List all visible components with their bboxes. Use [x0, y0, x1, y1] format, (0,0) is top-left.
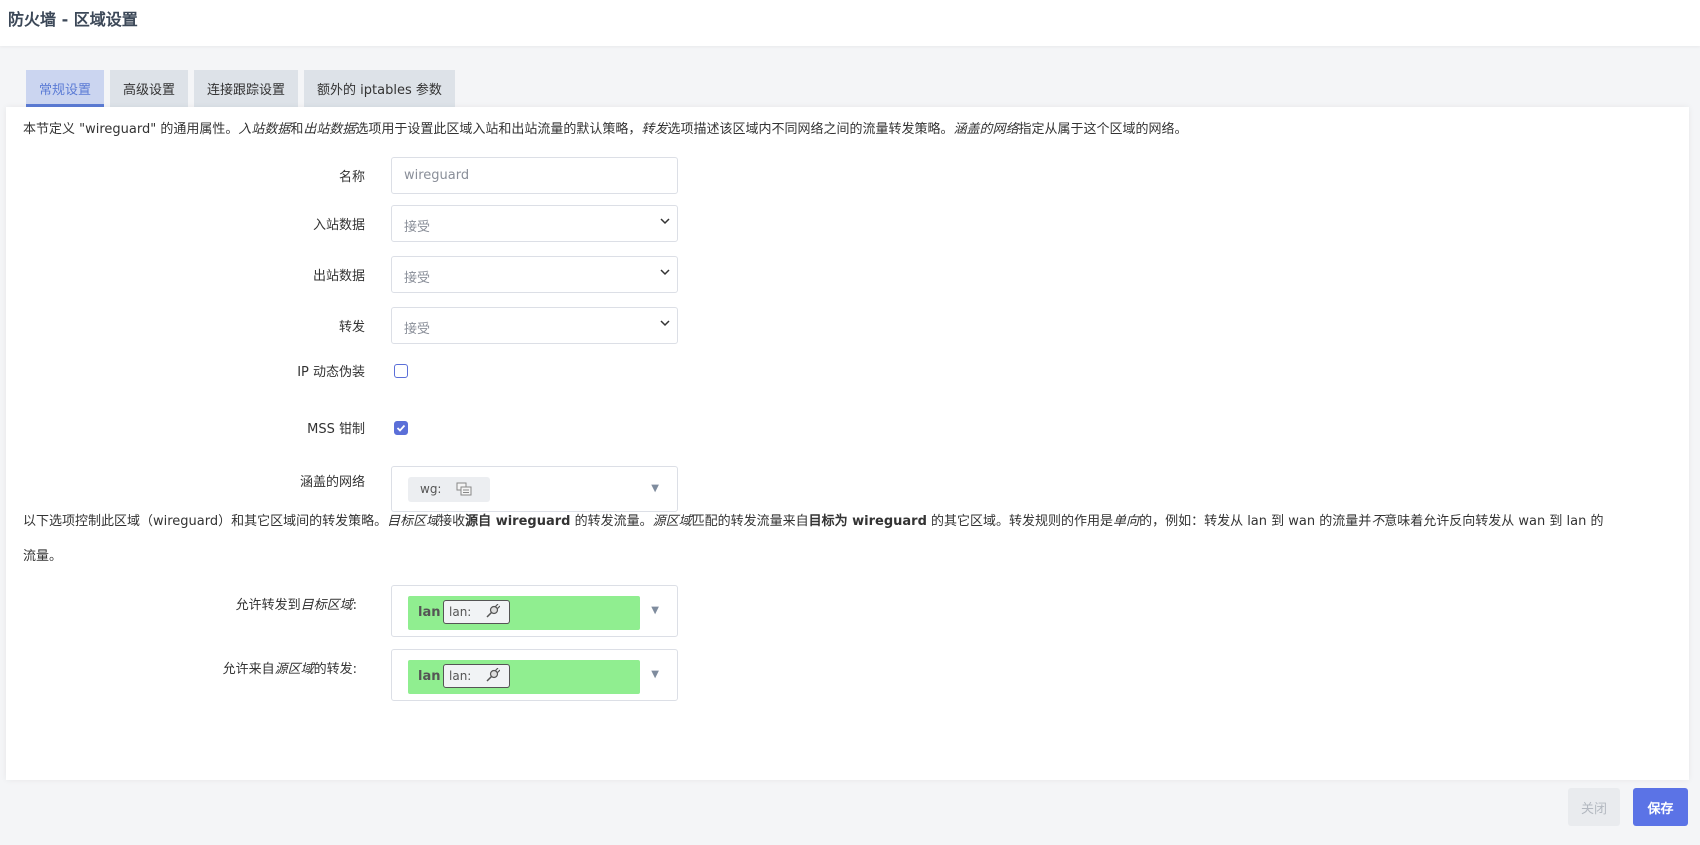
- mss-label: MSS 钳制: [307, 422, 365, 437]
- policy-text: 意味着允许反向转发从 wan 到 lan 的: [1384, 514, 1604, 529]
- policy-text: 的其它区域。转发规则的作用是: [926, 514, 1114, 529]
- policy-text: 的转发流量。: [570, 514, 653, 529]
- tab-general-settings[interactable]: 常规设置: [26, 70, 105, 107]
- desc-text: 和: [290, 122, 304, 137]
- name-input[interactable]: wireguard: [391, 157, 678, 194]
- forward-dest-label-colon: :: [352, 598, 357, 613]
- desc-text: 选项描述该区域内不同网络之间的流量转发策略。: [667, 122, 954, 137]
- policy-term-src-zone: 源区域: [652, 514, 692, 529]
- input-policy-value: 接受: [404, 220, 431, 235]
- input-policy-select[interactable]: 接受: [391, 205, 678, 242]
- desc-text: 本节定义 "wireguard" 的通用属性。: [23, 122, 239, 137]
- output-policy-select[interactable]: 接受: [391, 256, 678, 293]
- section-description: 本节定义 "wireguard" 的通用属性。入站数据和出站数据选项用于设置此区…: [23, 111, 1187, 149]
- tab-extra-iptables[interactable]: 额外的 iptables 参数: [304, 70, 455, 107]
- network-ethernet-icon: [486, 604, 500, 618]
- desc-term-forward: 转发: [641, 122, 668, 137]
- page-title: 防火墙 - 区域设置: [8, 10, 138, 29]
- zone-lan-badge: lan lan:: [408, 660, 640, 694]
- page: 防火墙 - 区域设置 常规设置 高级设置 连接跟踪设置 额外的 iptables…: [0, 0, 1700, 845]
- zone-network-label: lan:: [449, 669, 472, 683]
- networks-label: 涵盖的网络: [299, 475, 365, 490]
- network-interface-icon: [456, 482, 472, 496]
- desc-text: 指定从属于这个区域的网络。: [1018, 122, 1188, 137]
- forward-src-select[interactable]: lan lan: ▼: [391, 649, 678, 701]
- desc-term-output: 出站数据: [303, 122, 356, 137]
- zone-name: lan: [418, 605, 441, 620]
- masq-checkbox[interactable]: [394, 364, 408, 378]
- name-value: wireguard: [404, 168, 470, 183]
- network-chip-label: wg:: [420, 482, 442, 496]
- zone-network-label: lan:: [449, 605, 472, 619]
- tab-advanced-settings[interactable]: 高级设置: [110, 70, 189, 107]
- forward-src-label-text: 允许来自: [222, 662, 275, 677]
- desc-term-networks: 涵盖的网络: [953, 122, 1019, 137]
- forward-src-label-term: 源区域: [274, 662, 314, 677]
- policy-text: 以下选项控制此区域（wireguard）和其它区域间的转发策略。: [23, 514, 388, 529]
- network-chip: wg:: [408, 477, 490, 502]
- policy-text: 的，例如：转发从 lan 到 wan 的流量并: [1139, 514, 1372, 529]
- chevron-down-icon: [660, 218, 670, 225]
- policy-term-to-wireguard: 目标为 wireguard: [808, 514, 927, 529]
- forward-policy-select[interactable]: 接受: [391, 307, 678, 344]
- output-policy-value: 接受: [404, 271, 431, 286]
- policy-description: 以下选项控制此区域（wireguard）和其它区域间的转发策略。目标区域接收源自…: [23, 503, 1603, 541]
- forward-dest-label-term: 目标区域: [300, 598, 353, 613]
- forward-dest-label: 允许转发到目标区域:: [236, 594, 357, 613]
- chevron-down-icon: [660, 269, 670, 276]
- policy-term-not: 不: [1371, 514, 1385, 529]
- tab-bar: 常规设置 高级设置 连接跟踪设置 额外的 iptables 参数: [26, 70, 461, 107]
- settings-card: 本节定义 "wireguard" 的通用属性。入站数据和出站数据选项用于设置此区…: [6, 107, 1689, 780]
- caret-down-icon: ▼: [651, 483, 659, 494]
- desc-term-input: 入站数据: [238, 122, 291, 137]
- forward-dest-select[interactable]: lan lan: ▼: [391, 585, 678, 637]
- zone-lan-badge: lan lan:: [408, 596, 640, 630]
- zone-name: lan: [418, 669, 441, 684]
- policy-text: 匹配的转发流量来自: [691, 514, 809, 529]
- close-button[interactable]: 关闭: [1568, 788, 1620, 826]
- network-ethernet-icon: [486, 668, 500, 682]
- mss-checkbox[interactable]: [394, 421, 408, 435]
- caret-down-icon: ▼: [651, 669, 659, 680]
- forward-dest-label-text: 允许转发到: [235, 598, 301, 613]
- forward-src-label: 允许来自源区域的转发:: [223, 658, 357, 677]
- forward-policy-value: 接受: [404, 322, 431, 337]
- zone-network-badge: lan:: [443, 600, 510, 624]
- policy-description-cont: 流量。: [23, 549, 63, 564]
- checkmark-icon: [396, 424, 406, 432]
- masq-label: IP 动态伪装: [297, 365, 365, 380]
- policy-text: 接收: [439, 514, 466, 529]
- policy-term-dest-zone: 目标区域: [387, 514, 440, 529]
- forward-src-label-suffix: 的转发:: [313, 662, 357, 677]
- policy-term-unidirectional: 单向: [1113, 514, 1140, 529]
- desc-text: 选项用于设置此区域入站和出站流量的默认策略，: [355, 122, 642, 137]
- chevron-down-icon: [660, 320, 670, 327]
- tab-conntrack-settings[interactable]: 连接跟踪设置: [194, 70, 299, 107]
- caret-down-icon: ▼: [651, 605, 659, 616]
- input-policy-label: 入站数据: [312, 218, 365, 233]
- policy-term-from-wireguard: 源自 wireguard: [465, 514, 571, 529]
- zone-network-badge: lan:: [443, 664, 510, 688]
- page-header: 防火墙 - 区域设置: [0, 0, 1700, 46]
- forward-policy-label: 转发: [338, 320, 365, 335]
- name-label: 名称: [338, 170, 365, 185]
- output-policy-label: 出站数据: [312, 269, 365, 284]
- save-button[interactable]: 保存: [1633, 788, 1688, 826]
